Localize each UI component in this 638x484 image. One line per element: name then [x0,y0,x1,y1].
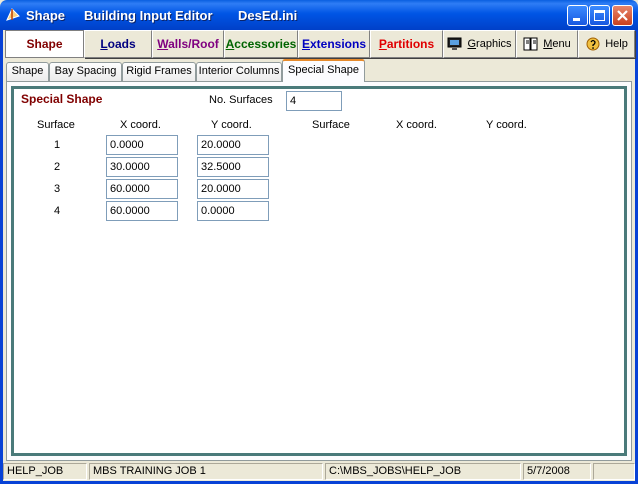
section-title: Special Shape [21,92,103,106]
tab-rigid-frames[interactable]: Rigid Frames [122,62,196,81]
header-x-coord: X coord. [120,119,161,131]
y-coord-input[interactable]: 32.5000 [197,157,269,177]
graphics-label: raphics [476,38,512,50]
tab-rigid-frames-label: Rigid Frames [126,65,192,77]
extensions-button[interactable]: Extensions [298,30,370,58]
header-y-coord-2: Y coord. [486,119,527,131]
partitions-label: artitions [386,37,435,51]
surface-number: 2 [54,161,61,173]
minimize-button[interactable] [567,5,588,26]
accessories-button[interactable]: Accessories [224,30,298,58]
title-bar: Shape Building Input Editor DesEd.ini [0,0,638,30]
loads-label: oads [107,37,136,51]
graphics-hotkey: G [467,38,477,50]
no-surfaces-input[interactable]: 4 [286,91,342,111]
tab-special-shape-label: Special Shape [288,64,359,76]
tab-special-shape[interactable]: Special Shape [282,59,365,82]
status-extra [593,463,635,480]
close-button[interactable] [612,5,633,26]
header-x-coord-2: X coord. [396,119,437,131]
walls-label: alls/Roof [168,37,219,51]
tab-shape-label: Shape [11,65,44,77]
window-body: Shape Loads Walls/Roof Accessories Exten… [0,30,638,484]
y-coord-input[interactable]: 20.0000 [197,135,269,155]
help-icon [586,37,600,51]
help-button[interactable]: Help [578,30,635,58]
book-icon [523,37,538,51]
file-name: DesEd.ini [238,8,298,23]
graphics-button[interactable]: Graphics [443,30,516,58]
x-coord-input[interactable]: 60.0000 [106,201,178,221]
tab-bay-spacing-label: Bay Spacing [54,65,117,77]
extensions-label: xtensions [310,37,367,51]
y-coord-input[interactable]: 20.0000 [197,179,269,199]
menu-button[interactable]: Menu [516,30,578,58]
tab-panel: Special Shape No. Surfaces 4 Surface X c… [6,81,632,461]
maximize-icon [594,10,605,21]
tab-bay-spacing[interactable]: Bay Spacing [49,62,122,81]
status-path: C:\MBS_JOBS\HELP_JOB [325,463,521,480]
status-date: 5/7/2008 [523,463,591,480]
special-shape-panel: Special Shape No. Surfaces 4 Surface X c… [11,86,627,456]
surface-number: 3 [54,183,61,195]
status-bar: HELP_JOB MBS TRAINING JOB 1 C:\MBS_JOBS\… [3,462,635,481]
header-surface: Surface [37,119,75,131]
surface-number: 1 [54,139,61,151]
shape-button-label: Shape [26,37,63,51]
extensions-hotkey: E [301,37,310,51]
window-title: Building Input Editor [84,8,213,23]
minimize-icon [573,18,580,21]
status-description: MBS TRAINING JOB 1 [89,463,323,480]
app-icon [5,7,21,23]
loads-button[interactable]: Loads [84,30,152,58]
app-name: Shape [26,8,66,23]
partitions-button[interactable]: Partitions [370,30,443,58]
header-surface-2: Surface [312,119,350,131]
maximize-button[interactable] [589,5,610,26]
status-job: HELP_JOB [3,463,87,480]
tab-interior-columns[interactable]: Interior Columns [196,62,282,81]
help-label: Help [605,38,628,50]
accessories-label: ccessories [234,37,297,51]
walls-roof-button[interactable]: Walls/Roof [152,30,224,58]
x-coord-input[interactable]: 60.0000 [106,179,178,199]
monitor-icon [447,37,462,51]
shape-button[interactable]: Shape [5,30,84,58]
accessories-hotkey: A [225,37,235,51]
walls-hotkey: W [157,37,169,51]
loads-hotkey: L [100,37,108,51]
close-icon [617,10,628,21]
x-coord-input[interactable]: 30.0000 [106,157,178,177]
tab-shape[interactable]: Shape [6,62,49,81]
header-y-coord: Y coord. [211,119,252,131]
x-coord-input[interactable]: 0.0000 [106,135,178,155]
no-surfaces-label: No. Surfaces [209,94,273,106]
surface-number: 4 [54,205,61,217]
partitions-hotkey: P [378,37,387,51]
menu-label: enu [552,38,571,50]
tab-interior-columns-label: Interior Columns [198,65,280,77]
y-coord-input[interactable]: 0.0000 [197,201,269,221]
